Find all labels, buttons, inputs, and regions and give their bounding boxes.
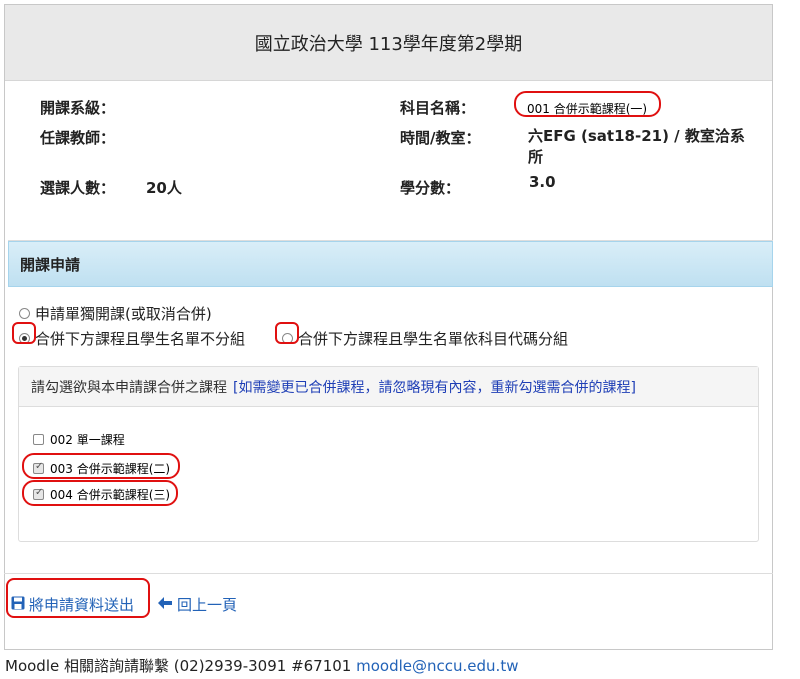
checkbox[interactable]	[33, 434, 44, 445]
back-label[interactable]: 回上一頁	[177, 594, 237, 615]
radio-label: 合併下方課程且學生名單不分組	[35, 330, 246, 348]
application-heading: 開課申請	[8, 241, 773, 287]
course-checkbox-002[interactable]: 002 單一課程	[33, 431, 125, 448]
course-label: 002 單一課程	[50, 433, 125, 447]
radio-merge-group-by-code[interactable]: 合併下方課程且學生名單依科目代碼分組	[282, 328, 568, 349]
highlight-box-submit	[6, 578, 150, 618]
footer-email-link[interactable]: moodle@nccu.edu.tw	[356, 657, 518, 675]
time-value: 六EFG (sat18-21) / 教室洽系所	[528, 127, 745, 166]
radio-label: 合併下方課程且學生名單依科目代碼分組	[298, 330, 569, 348]
credits-value: 3.0	[529, 173, 556, 191]
radio-label: 申請單獨開課(或取消合併)	[35, 305, 212, 323]
merge-note: [如需變更已合併課程，請忽略現有內容，重新勾選需合併的課程]	[233, 379, 636, 396]
page-title: 國立政治大學 113學年度第2學期	[5, 5, 772, 81]
dept-label: 開課系級：	[40, 99, 116, 117]
subject-label: 科目名稱：	[400, 99, 476, 117]
course-info: 開課系級： 任課教師： 選課人數： 20人 科目名稱： 001 合併示範課程(一…	[5, 81, 772, 227]
merge-instruction: 請勾選欲與本申請課合併之課程 [如需變更已合併課程，請忽略現有內容，重新勾選需合…	[19, 367, 758, 407]
arrow-left-icon	[157, 596, 173, 614]
footer: Moodle 相關諮詢請聯繫 (02)2939-3091 #67101 mood…	[5, 655, 518, 676]
radio-single-course[interactable]: 申請單獨開課(或取消合併)	[19, 303, 212, 324]
merge-instruction-text: 請勾選欲與本申請課合併之課程	[31, 379, 227, 396]
highlight-box-radio-group	[275, 322, 299, 344]
enrollment-value: 20人	[146, 179, 182, 197]
divider	[4, 573, 773, 574]
radio-merge-no-group[interactable]: 合併下方課程且學生名單不分組	[19, 328, 245, 349]
back-link[interactable]: 回上一頁	[157, 594, 237, 615]
footer-text: Moodle 相關諮詢請聯繫 (02)2939-3091 #67101	[5, 657, 352, 675]
teacher-label: 任課教師：	[40, 129, 116, 147]
credits-label: 學分數：	[400, 179, 461, 197]
enrollment-label: 選課人數：	[40, 179, 116, 197]
highlight-oval-course-003	[22, 453, 180, 479]
highlight-box-radio-merge	[12, 322, 36, 344]
time-label: 時間/教室：	[400, 129, 481, 147]
highlight-oval-subject	[514, 91, 661, 117]
radio-button[interactable]	[19, 308, 30, 319]
highlight-oval-course-004	[22, 480, 178, 506]
